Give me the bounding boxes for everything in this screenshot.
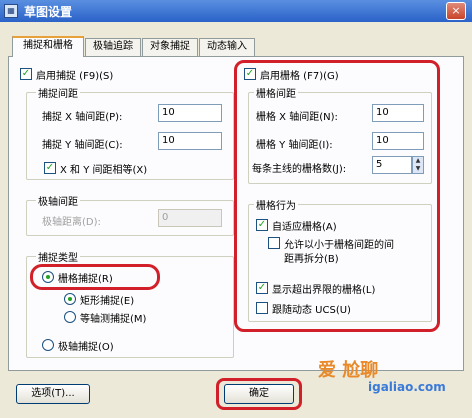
snap-spacing-title: 捕捉间距 — [36, 85, 80, 100]
iso-snap-label: 等轴测捕捉(M) — [80, 314, 147, 325]
grid-y-input[interactable]: 10 — [372, 132, 424, 150]
watermark-url: igaliao.com — [368, 380, 446, 394]
polar-snap-radio[interactable] — [42, 339, 54, 351]
adaptive-grid-checkbox[interactable]: ✓ — [256, 219, 268, 231]
rect-snap-label: 矩形捕捉(E) — [80, 296, 135, 307]
polar-spacing-title: 极轴间距 — [36, 193, 80, 208]
tab-object-snap[interactable]: 对象捕捉 — [142, 38, 198, 56]
app-icon: ▦ — [4, 4, 18, 18]
snap-y-label: 捕捉 Y 轴间距(C): — [42, 140, 123, 151]
tab-snap-grid[interactable]: 捕捉和栅格 — [12, 36, 84, 57]
snap-type-title: 捕捉类型 — [36, 249, 80, 264]
grid-snap-radio[interactable] — [42, 271, 54, 283]
polar-snap-label: 极轴捕捉(O) — [58, 342, 114, 353]
grid-snap-label: 栅格捕捉(R) — [58, 274, 113, 285]
grid-behavior-title: 栅格行为 — [254, 197, 298, 212]
equal-spacing-checkbox[interactable]: ✓ — [44, 162, 56, 174]
snap-x-label: 捕捉 X 轴间距(P): — [42, 112, 123, 123]
follow-ucs-label: 跟随动态 UCS(U) — [272, 305, 351, 316]
major-line-input[interactable]: 5 — [372, 156, 412, 174]
adaptive-grid-label: 自适应栅格(A) — [272, 222, 337, 233]
subdivide-label-line2: 距再拆分(B) — [284, 254, 339, 265]
snap-x-input[interactable]: 10 — [158, 104, 222, 122]
polar-distance-input[interactable]: 0 — [158, 209, 222, 227]
enable-grid-checkbox[interactable]: ✓ — [244, 68, 256, 80]
watermark-logo: 爱 尬聊 — [318, 360, 379, 381]
subdivide-label-line1: 允许以小于栅格间距的间 — [284, 240, 394, 251]
major-line-spinner[interactable]: ▲ ▼ — [412, 156, 424, 174]
subdivide-checkbox[interactable] — [268, 237, 280, 249]
enable-snap-checkbox[interactable]: ✓ — [20, 68, 32, 80]
enable-snap-label: 启用捕捉 (F9)(S) — [36, 71, 114, 82]
close-button[interactable]: × — [446, 2, 466, 20]
options-button[interactable]: 选项(T)... — [16, 384, 90, 404]
ok-button[interactable]: 确定 — [224, 384, 294, 404]
equal-spacing-label: X 和 Y 间距相等(X) — [60, 165, 148, 176]
grid-x-input[interactable]: 10 — [372, 104, 424, 122]
beyond-limits-checkbox[interactable]: ✓ — [256, 282, 268, 294]
polar-distance-label: 极轴距离(D): — [42, 217, 101, 228]
tab-dynamic-input[interactable]: 动态输入 — [199, 38, 255, 56]
iso-snap-radio[interactable] — [64, 311, 76, 323]
rect-snap-radio[interactable] — [64, 293, 76, 305]
beyond-limits-label: 显示超出界限的栅格(L) — [272, 285, 376, 296]
grid-x-label: 栅格 X 轴间距(N): — [256, 112, 338, 123]
tab-polar-tracking[interactable]: 极轴追踪 — [85, 38, 141, 56]
grid-spacing-title: 栅格间距 — [254, 85, 298, 100]
enable-grid-label: 启用栅格 (F7)(G) — [260, 71, 339, 82]
grid-y-label: 栅格 Y 轴间距(I): — [256, 140, 333, 151]
window-title: 草图设置 — [24, 5, 73, 19]
major-line-label: 每条主线的栅格数(J): — [252, 164, 347, 175]
follow-ucs-checkbox[interactable] — [256, 302, 268, 314]
snap-y-input[interactable]: 10 — [158, 132, 222, 150]
